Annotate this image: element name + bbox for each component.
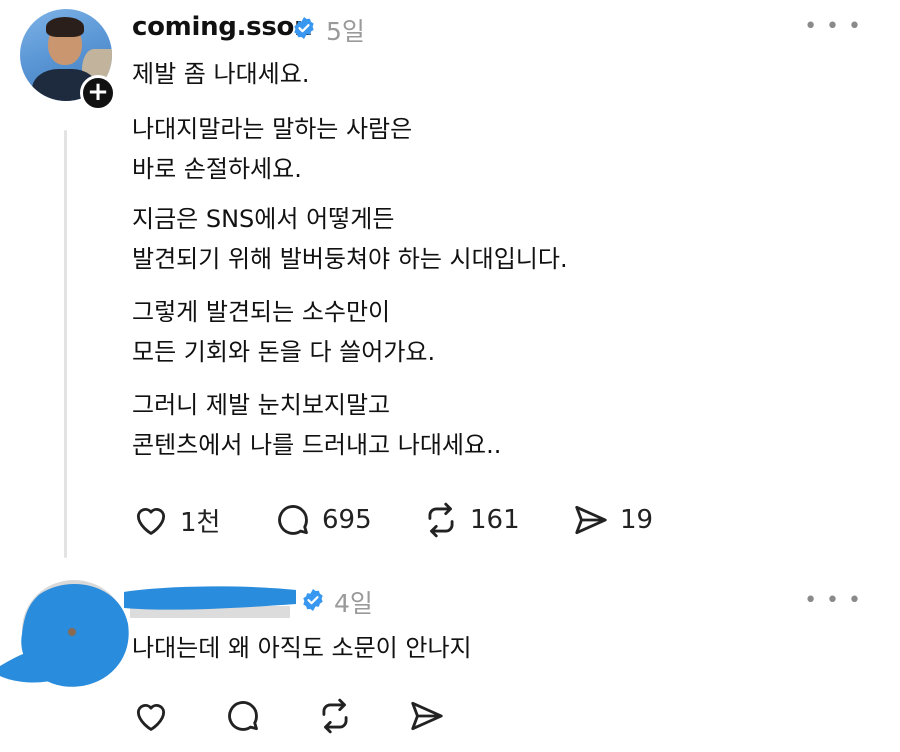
thread-line <box>64 130 67 558</box>
like-button[interactable]: 1천 <box>132 500 220 540</box>
post-paragraph: 그러니 제발 눈치보지말고 콘텐츠에서 나를 드러내고 나대세요.. <box>132 391 502 459</box>
heart-icon <box>136 704 166 731</box>
post-paragraph: 제발 좀 나대세요. <box>132 60 310 88</box>
post-paragraph: 나대지말라는 말하는 사람은 바로 손절하세요. <box>132 115 413 183</box>
post-paragraph: 지금은 SNS에서 어떻게든 발견되기 위해 발버둥쳐야 하는 시대입니다. <box>132 205 568 273</box>
like-count: 1천 <box>180 507 221 538</box>
post-paragraph: 그렇게 발견되는 소수만이 모든 기회와 돈을 다 쓸어가요. <box>132 298 436 366</box>
comment-icon <box>278 505 308 535</box>
reply-repost-button[interactable] <box>316 696 354 736</box>
comment-icon <box>228 701 258 731</box>
more-options-button[interactable]: • • • <box>804 14 862 39</box>
avatar-redaction-scribble <box>0 580 129 687</box>
reply-comment-button[interactable] <box>224 696 262 736</box>
repost-icon <box>428 502 454 538</box>
repost-icon <box>322 698 348 734</box>
send-icon <box>575 505 607 535</box>
repost-count: 161 <box>470 505 520 535</box>
post-time: 5일 <box>326 17 365 46</box>
comment-button[interactable]: 695 <box>274 500 372 540</box>
main-post: + coming.sson 5일 • • • 제발 좀 나대세요. 나대지말라는… <box>0 0 900 560</box>
comment-count: 695 <box>322 505 372 535</box>
follow-plus-button[interactable]: + <box>80 75 116 111</box>
share-button[interactable]: 19 <box>572 500 653 540</box>
reply-share-button[interactable] <box>408 696 446 736</box>
send-icon <box>411 701 443 731</box>
author-username[interactable]: coming.sson <box>132 12 313 42</box>
reply-like-button[interactable] <box>132 696 170 736</box>
verified-badge-icon <box>303 589 323 611</box>
heart-icon <box>136 508 166 535</box>
reply-text: 나대는데 왜 아직도 소문이 안나지 <box>132 634 472 662</box>
repost-button[interactable]: 161 <box>422 500 520 540</box>
reply-time: 4일 <box>334 589 373 618</box>
share-count: 19 <box>620 505 654 535</box>
username-redaction-scribble <box>124 586 296 618</box>
reply-actions <box>132 696 452 736</box>
verified-badge-icon <box>294 17 314 39</box>
reply-post: 4일 • • • 나대는데 왜 아직도 소문이 안나지 <box>0 560 900 752</box>
post-actions: 1천 695 161 19 <box>132 500 692 540</box>
avatar-hair <box>46 17 84 37</box>
reply-more-options-button[interactable]: • • • <box>804 588 862 613</box>
